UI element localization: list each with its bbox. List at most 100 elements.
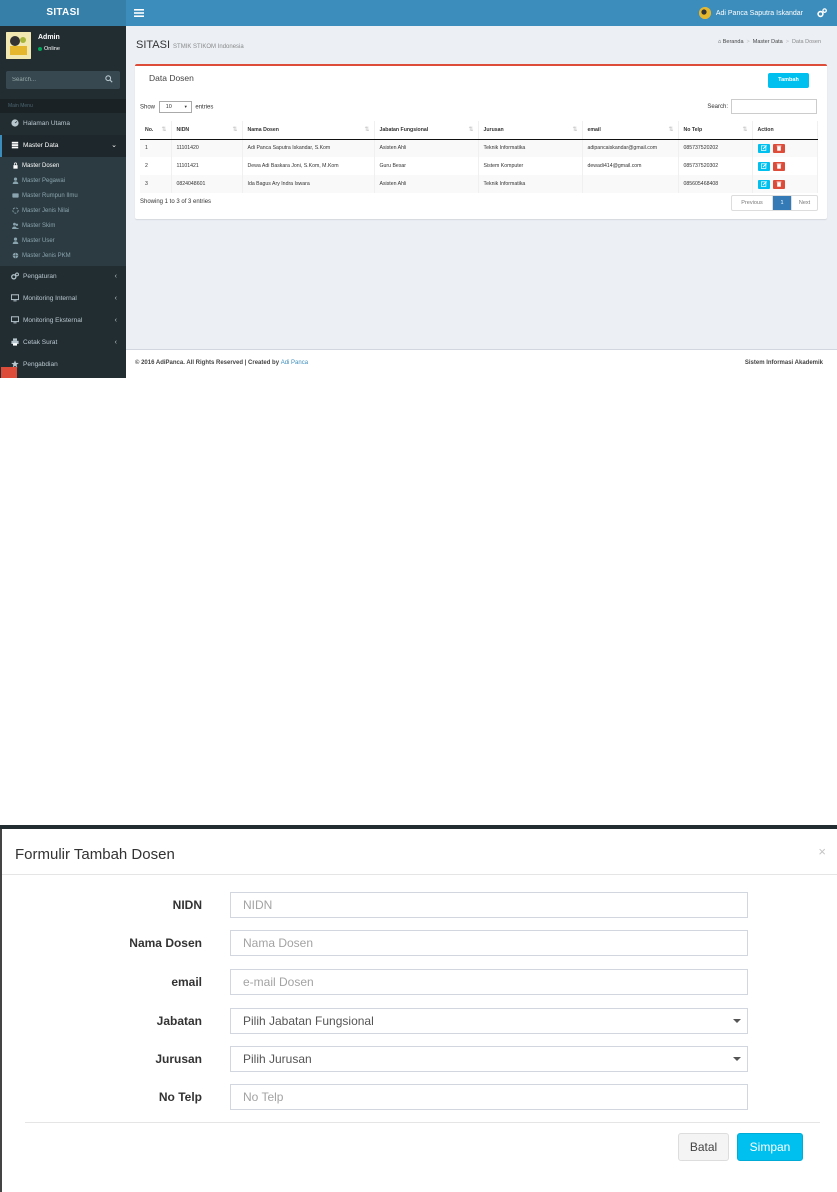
delete-button[interactable] xyxy=(772,179,785,189)
modal-footer-divider xyxy=(25,1122,820,1123)
breadcrumb-master-data[interactable]: Master Data xyxy=(753,39,783,45)
nav-label: Halaman Utama xyxy=(23,120,70,127)
cell-telp: 085737520302 xyxy=(678,157,753,175)
entries-length: Show 10 entries xyxy=(140,101,213,113)
nav-monitoring-internal[interactable]: Monitoring Internal ‹ xyxy=(0,288,126,310)
nav-halaman-utama[interactable]: Halaman Utama xyxy=(0,113,126,135)
sub-master-rumpun-ilmu[interactable]: Master Rumpun Ilmu xyxy=(0,189,126,204)
cell-jurusan: Teknik Informatika xyxy=(478,139,583,157)
master-data-submenu: Master Dosen Master Pegawai Master Rumpu… xyxy=(0,157,126,266)
nidn-label: NIDN xyxy=(172,898,202,912)
cell-jabatan: Asisten Ahli xyxy=(374,175,479,193)
menu-toggle-icon[interactable] xyxy=(134,7,144,19)
no-telp-input[interactable] xyxy=(230,1084,748,1110)
database-icon xyxy=(11,142,19,149)
col-nama-dosen[interactable]: Nama Dosen ⇅ xyxy=(242,121,375,140)
search-icon[interactable] xyxy=(105,75,113,83)
nav-monitoring-eksternal[interactable]: Monitoring Eksternal ‹ xyxy=(0,310,126,332)
footer-author-link[interactable]: Adi Panca xyxy=(281,360,308,366)
jabatan-select[interactable]: Pilih Jabatan Fungsional xyxy=(230,1008,748,1034)
sort-icon: ⇅ xyxy=(742,127,748,133)
box-title: Data Dosen xyxy=(149,73,194,83)
sub-master-skim[interactable]: Master Skim xyxy=(0,219,126,234)
sort-icon: ⇅ xyxy=(364,127,370,133)
sort-icon: ⇅ xyxy=(572,127,578,133)
nav-label: Pengabdian xyxy=(23,361,58,368)
nav-master-data[interactable]: Master Data ⌄ xyxy=(0,135,126,157)
chevron-down-icon: ⌄ xyxy=(111,142,117,149)
page-title: SITASI xyxy=(136,39,171,51)
batal-button[interactable]: Batal xyxy=(678,1133,729,1161)
email-input[interactable] xyxy=(230,969,748,995)
topbar-user-menu[interactable]: Adi Panca Saputra Iskandar xyxy=(698,7,803,20)
chevron-left-icon: ‹ xyxy=(114,295,117,302)
close-icon[interactable]: × xyxy=(818,844,826,859)
sidebar-search-input[interactable] xyxy=(6,71,120,89)
sub-label: Master Jenis PKM xyxy=(22,253,71,259)
edit-icon xyxy=(760,163,767,169)
jurusan-select[interactable]: Pilih Jurusan xyxy=(230,1046,748,1072)
app-logo[interactable]: SITASI xyxy=(0,0,126,26)
next-button[interactable]: Next xyxy=(791,196,817,210)
dashboard-icon xyxy=(11,119,19,127)
entries-select[interactable]: 10 xyxy=(158,101,192,113)
previous-button[interactable]: Previous xyxy=(732,196,773,210)
nama-dosen-input[interactable] xyxy=(230,930,748,956)
trash-icon xyxy=(776,145,781,151)
cell-email: dewadi414@gmail.com xyxy=(582,157,679,175)
data-dosen-box: Data Dosen Tambah Show 10 entries Search… xyxy=(135,64,827,219)
cell-action xyxy=(752,139,818,157)
page-1-button[interactable]: 1 xyxy=(773,196,791,210)
nav-label: Monitoring Eksternal xyxy=(23,317,83,324)
table-info: Showing 1 to 3 of 3 entries xyxy=(140,199,212,205)
nav-pengaturan[interactable]: Pengaturan ‹ xyxy=(0,266,126,288)
user-icon xyxy=(12,177,19,184)
col-no-telp[interactable]: No Telp ⇅ xyxy=(678,121,753,140)
breadcrumb-beranda[interactable]: Beranda xyxy=(723,39,744,45)
trash-icon xyxy=(776,181,781,187)
col-nidn[interactable]: NIDN ⇅ xyxy=(171,121,243,140)
sub-master-dosen[interactable]: Master Dosen xyxy=(0,159,126,174)
app-brand-icon xyxy=(1,367,17,378)
cell-jabatan: Asisten Ahli xyxy=(374,139,479,157)
users-icon xyxy=(12,222,19,229)
chevron-left-icon: ‹ xyxy=(114,317,117,324)
search-label: Search: xyxy=(707,104,728,111)
col-no[interactable]: No. ⇅ xyxy=(140,121,172,140)
cell-jurusan: Teknik Informatika xyxy=(478,175,583,193)
cell-nama: Adi Panca Saputra Iskandar, S.Kom xyxy=(242,139,375,157)
lock-icon xyxy=(13,162,18,169)
table-header-row: No. ⇅ NIDN ⇅ Nama Dosen ⇅ Jabatan Fungsiona… xyxy=(140,121,818,140)
nav-pengabdian[interactable]: Pengabdian xyxy=(0,354,126,376)
col-email[interactable]: email ⇅ xyxy=(582,121,679,140)
gears-icon[interactable] xyxy=(817,8,827,18)
tambah-button[interactable]: Tambah xyxy=(768,73,809,88)
nidn-input[interactable] xyxy=(230,892,748,918)
form-row-email: email xyxy=(0,969,837,995)
sub-master-user[interactable]: Master User xyxy=(0,234,126,249)
no-telp-label: No Telp xyxy=(158,1090,202,1104)
edit-button[interactable] xyxy=(757,179,770,189)
chevron-left-icon: ‹ xyxy=(114,339,117,346)
sub-master-pegawai[interactable]: Master Pegawai xyxy=(0,174,126,189)
footer-app-name: Sistem Informasi Akademik xyxy=(744,360,823,366)
pagination: Previous 1 Next xyxy=(731,195,818,211)
sub-label: Master Dosen xyxy=(22,163,60,169)
sub-master-jenis-nilai[interactable]: Master Jenis Nilai xyxy=(0,204,126,219)
col-jurusan[interactable]: Jurusan ⇅ xyxy=(478,121,583,140)
col-label: No Telp xyxy=(683,126,703,133)
nav-cetak-surat[interactable]: Cetak Surat ‹ xyxy=(0,332,126,354)
edit-icon xyxy=(760,145,767,151)
breadcrumb: ⌂ Beranda > Master Data > Data Dosen xyxy=(718,39,821,45)
col-jabatan[interactable]: Jabatan Fungsional ⇅ xyxy=(374,121,479,140)
table-search-input[interactable] xyxy=(731,99,817,114)
simpan-button[interactable]: Simpan xyxy=(737,1133,803,1161)
sub-label: Master Pegawai xyxy=(22,178,66,184)
edit-button[interactable] xyxy=(757,161,770,171)
form-row-nama: Nama Dosen xyxy=(0,930,837,956)
delete-button[interactable] xyxy=(772,161,785,171)
edit-button[interactable] xyxy=(757,143,770,153)
delete-button[interactable] xyxy=(772,143,785,153)
sub-master-jenis-pkm[interactable]: Master Jenis PKM xyxy=(0,249,126,264)
online-dot-icon xyxy=(38,46,42,51)
